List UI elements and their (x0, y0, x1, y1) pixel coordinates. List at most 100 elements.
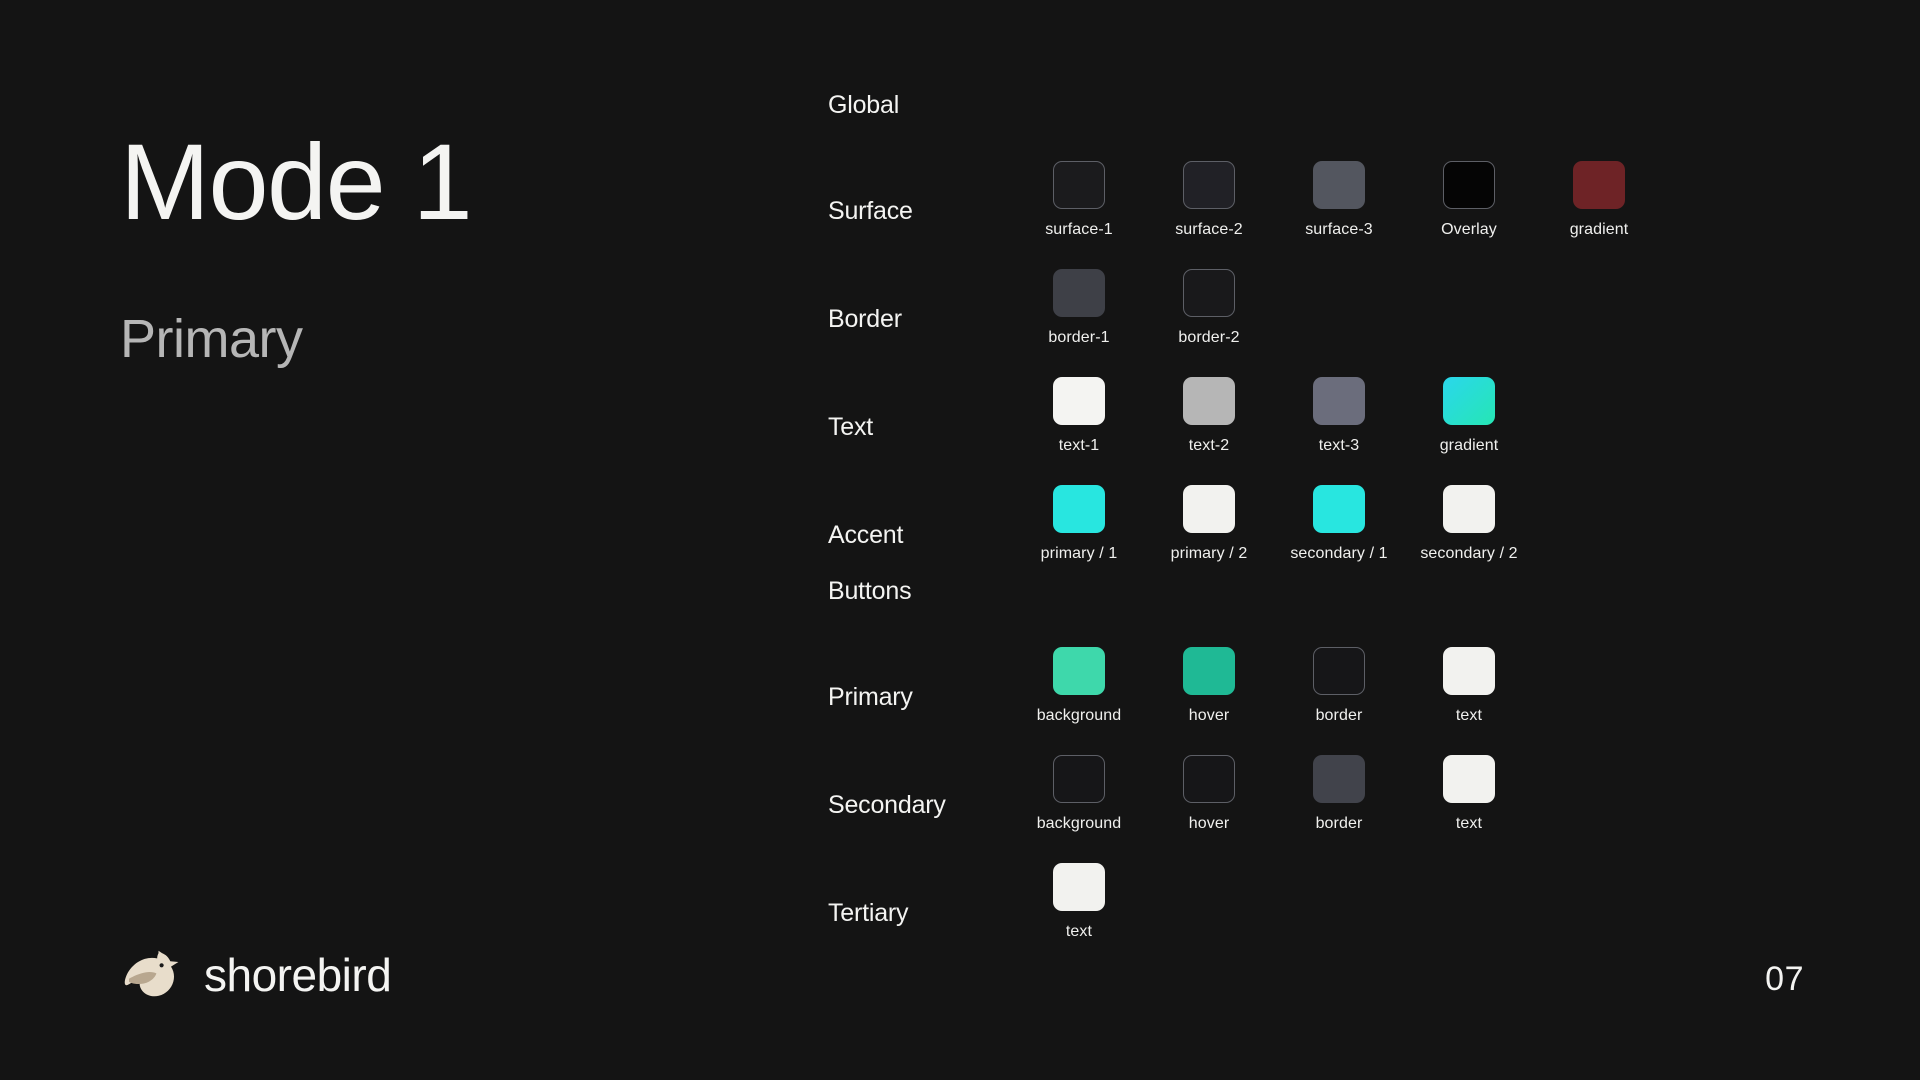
color-chip-label: hover (1188, 707, 1230, 724)
color-chip-label: gradient (1569, 221, 1629, 238)
color-chip[interactable] (1053, 377, 1105, 425)
slide-title-block: Mode 1 Primary (120, 128, 740, 369)
token-row: Border border-1 border-2 (828, 238, 1828, 346)
color-swatch-cell[interactable]: secondary / 2 (1404, 485, 1534, 562)
brand-name: shorebird (204, 949, 392, 1001)
color-chip[interactable] (1313, 161, 1365, 209)
color-chip-label: background (1036, 707, 1122, 724)
color-swatch-cell[interactable]: surface-3 (1274, 161, 1404, 238)
token-row: Surface surface-1 surface-2 surface-3 Overla… (828, 130, 1828, 238)
color-chip[interactable] (1183, 161, 1235, 209)
color-chip-label: primary / 2 (1170, 545, 1248, 562)
color-chip[interactable] (1053, 647, 1105, 695)
color-swatch-cell[interactable]: gradient (1534, 161, 1664, 238)
color-chip-label: hover (1188, 815, 1230, 832)
color-chip[interactable] (1053, 863, 1105, 911)
color-swatch-cell[interactable]: hover (1144, 647, 1274, 724)
token-row: Text text-1 text-2 text-3 gradient (828, 346, 1828, 454)
token-group-header: Buttons (828, 576, 912, 605)
color-chip[interactable] (1183, 377, 1235, 425)
color-chip[interactable] (1313, 647, 1365, 695)
color-chip-label: primary / 1 (1040, 545, 1118, 562)
token-row-label: Tertiary (828, 899, 909, 927)
brand-lockup: shorebird (120, 949, 392, 1001)
page-number: 07 (1765, 960, 1804, 998)
color-swatch-cell[interactable]: text-3 (1274, 377, 1404, 454)
color-chip-label: text-2 (1188, 437, 1230, 454)
color-chip-label: gradient (1439, 437, 1499, 454)
design-token-table: Global Surface surface-1 surface-2 surface-3… (828, 80, 1828, 940)
color-chip[interactable] (1183, 269, 1235, 317)
color-chip[interactable] (1053, 485, 1105, 533)
token-row-label: Secondary (828, 791, 946, 819)
color-chip[interactable] (1443, 377, 1495, 425)
color-swatch-cell[interactable]: text (1014, 863, 1144, 940)
color-swatch-cell[interactable]: border-1 (1014, 269, 1144, 346)
color-swatch-cell[interactable]: hover (1144, 755, 1274, 832)
token-row: Accent primary / 1 primary / 2 secondary / … (828, 454, 1828, 562)
color-chip-label: text (1065, 923, 1093, 940)
token-row-label: Border (828, 305, 902, 333)
color-chip-label: border-1 (1048, 329, 1110, 346)
color-swatch-cell[interactable]: text-2 (1144, 377, 1274, 454)
color-swatch-cell[interactable]: surface-2 (1144, 161, 1274, 238)
color-chip[interactable] (1573, 161, 1625, 209)
color-chip[interactable] (1443, 647, 1495, 695)
swatch-track: background hover border text (1014, 755, 1828, 832)
token-row-label: Text (828, 413, 874, 441)
swatch-track: text (1014, 863, 1828, 940)
color-chip[interactable] (1443, 161, 1495, 209)
color-chip-label: text-3 (1318, 437, 1360, 454)
color-swatch-cell[interactable]: text-1 (1014, 377, 1144, 454)
token-row-label: Surface (828, 197, 913, 225)
color-chip-label: text-1 (1058, 437, 1100, 454)
color-swatch-cell[interactable]: background (1014, 755, 1144, 832)
color-swatch-cell[interactable]: text (1404, 755, 1534, 832)
color-chip[interactable] (1443, 485, 1495, 533)
color-swatch-cell[interactable]: background (1014, 647, 1144, 724)
color-swatch-cell[interactable]: border (1274, 755, 1404, 832)
color-chip-label: border (1315, 707, 1363, 724)
color-swatch-cell[interactable]: border-2 (1144, 269, 1274, 346)
color-chip-label: surface-2 (1175, 221, 1243, 238)
token-group-header: Global (828, 90, 900, 119)
color-chip[interactable] (1053, 755, 1105, 803)
color-chip-label: background (1036, 815, 1122, 832)
color-swatch-cell[interactable]: text (1404, 647, 1534, 724)
color-chip-label: surface-1 (1045, 221, 1113, 238)
color-chip[interactable] (1183, 485, 1235, 533)
token-row-label: Accent (828, 521, 904, 549)
color-chip[interactable] (1183, 755, 1235, 803)
color-swatch-cell[interactable]: Overlay (1404, 161, 1534, 238)
color-chip[interactable] (1053, 161, 1105, 209)
page-subtitle: Primary (120, 309, 303, 369)
color-chip[interactable] (1053, 269, 1105, 317)
color-chip[interactable] (1313, 377, 1365, 425)
color-chip[interactable] (1183, 647, 1235, 695)
swatch-track: surface-1 surface-2 surface-3 Overlay gradie… (1014, 161, 1828, 238)
color-chip-label: secondary / 1 (1290, 545, 1388, 562)
token-row: Primary background hover border text (828, 616, 1828, 724)
slide-canvas: Mode 1 Primary shorebird 07 Global Surfac… (0, 0, 1920, 1080)
color-swatch-cell[interactable]: secondary / 1 (1274, 485, 1404, 562)
shorebird-bird-icon (124, 950, 179, 997)
color-chip-label: border (1315, 815, 1363, 832)
color-chip-label: text (1455, 707, 1483, 724)
swatch-track: border-1 border-2 (1014, 269, 1828, 346)
color-chip-label: border-2 (1178, 329, 1240, 346)
color-chip[interactable] (1313, 485, 1365, 533)
color-chip-label: surface-3 (1305, 221, 1373, 238)
color-swatch-cell[interactable]: primary / 1 (1014, 485, 1144, 562)
color-chip-label: secondary / 2 (1420, 545, 1518, 562)
color-swatch-cell[interactable]: primary / 2 (1144, 485, 1274, 562)
color-swatch-cell[interactable]: surface-1 (1014, 161, 1144, 238)
color-chip[interactable] (1313, 755, 1365, 803)
swatch-track: background hover border text (1014, 647, 1828, 724)
swatch-track: primary / 1 primary / 2 secondary / 1 secon… (1014, 485, 1828, 562)
color-chip[interactable] (1443, 755, 1495, 803)
token-row: Secondary background hover border text (828, 724, 1828, 832)
color-swatch-cell[interactable]: border (1274, 647, 1404, 724)
token-row: Tertiary text (828, 832, 1828, 940)
color-chip-label: text (1455, 815, 1483, 832)
color-swatch-cell[interactable]: gradient (1404, 377, 1534, 454)
